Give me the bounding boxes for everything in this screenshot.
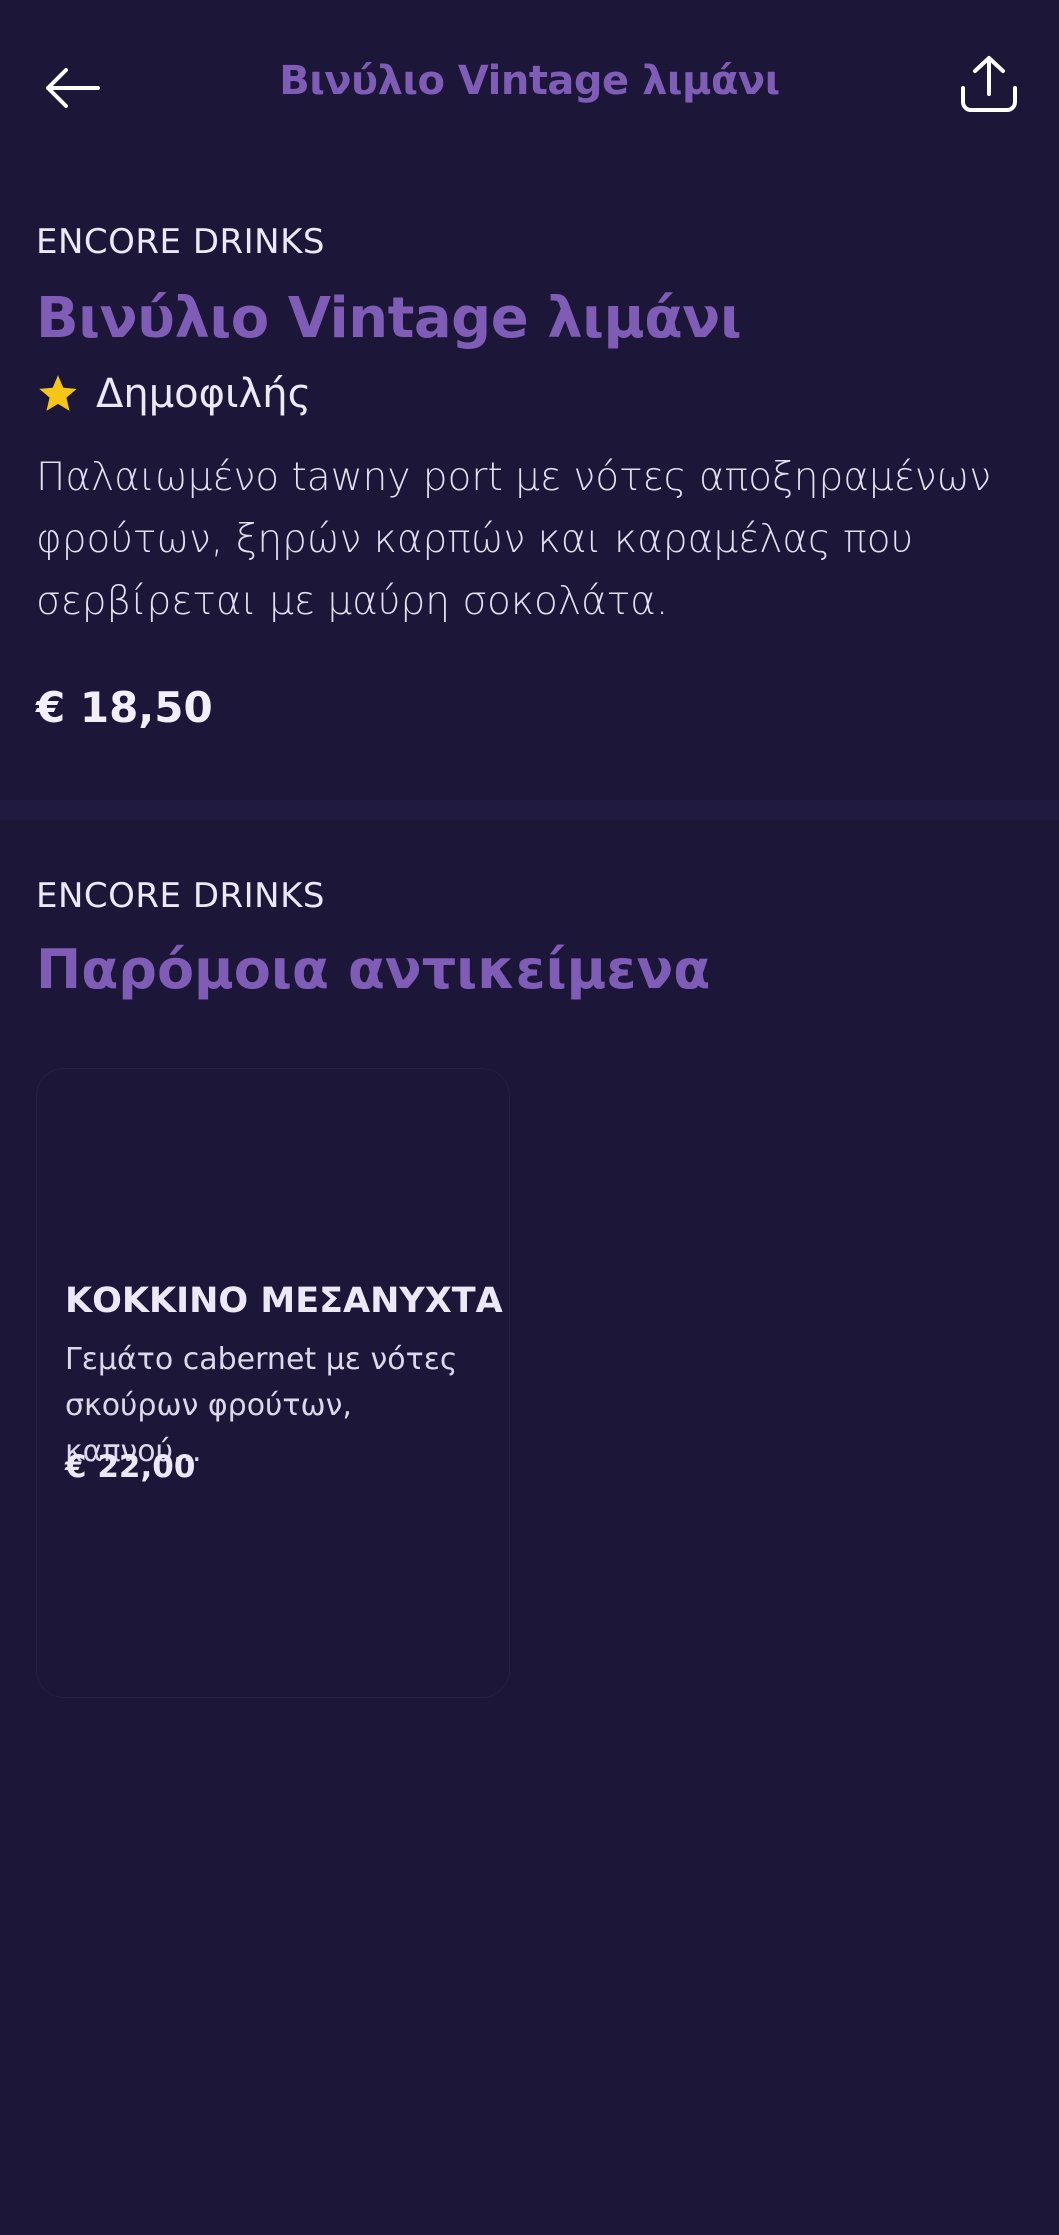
similar-item-card[interactable]: ΚΟΚΚΙΝΟ ΜΕΣΑΝΥΧΤΑ Γεμάτο cabernet με νότ… (36, 1068, 510, 1698)
product-details: ENCORE DRINKS Βινύλιο Vintage λιμάνι Δημ… (36, 222, 1026, 732)
product-price: € 18,50 (36, 683, 213, 732)
share-icon (961, 56, 1017, 112)
star-icon (36, 372, 80, 416)
similar-item-name: ΚΟΚΚΙΝΟ ΜΕΣΑΝΥΧΤΑ (65, 1281, 503, 1321)
badge-label: Δημοφιλής (96, 371, 312, 417)
share-button[interactable] (951, 46, 1027, 122)
similar-items-section: ENCORE DRINKS Παρόμοια αντικείμενα (36, 876, 1026, 1001)
similar-title: Παρόμοια αντικείμενα (36, 938, 711, 1001)
similar-brand: ENCORE DRINKS (36, 876, 325, 916)
product-brand: ENCORE DRINKS (36, 222, 325, 262)
back-button[interactable] (36, 52, 108, 124)
similar-item-price: € 22,00 (65, 1449, 196, 1485)
top-app-bar: Βινύλιο Vintage λιμάνι (0, 0, 1059, 170)
arrow-left-icon (46, 68, 100, 108)
section-divider (0, 800, 1059, 820)
header-title: Βινύλιο Vintage λιμάνι (279, 58, 780, 104)
product-title: Βινύλιο Vintage λιμάνι (36, 286, 742, 351)
product-description: Παλαιωμένο tawny port με νότες αποξηραμέ… (36, 455, 992, 624)
popular-badge: Δημοφιλής (36, 371, 1026, 417)
